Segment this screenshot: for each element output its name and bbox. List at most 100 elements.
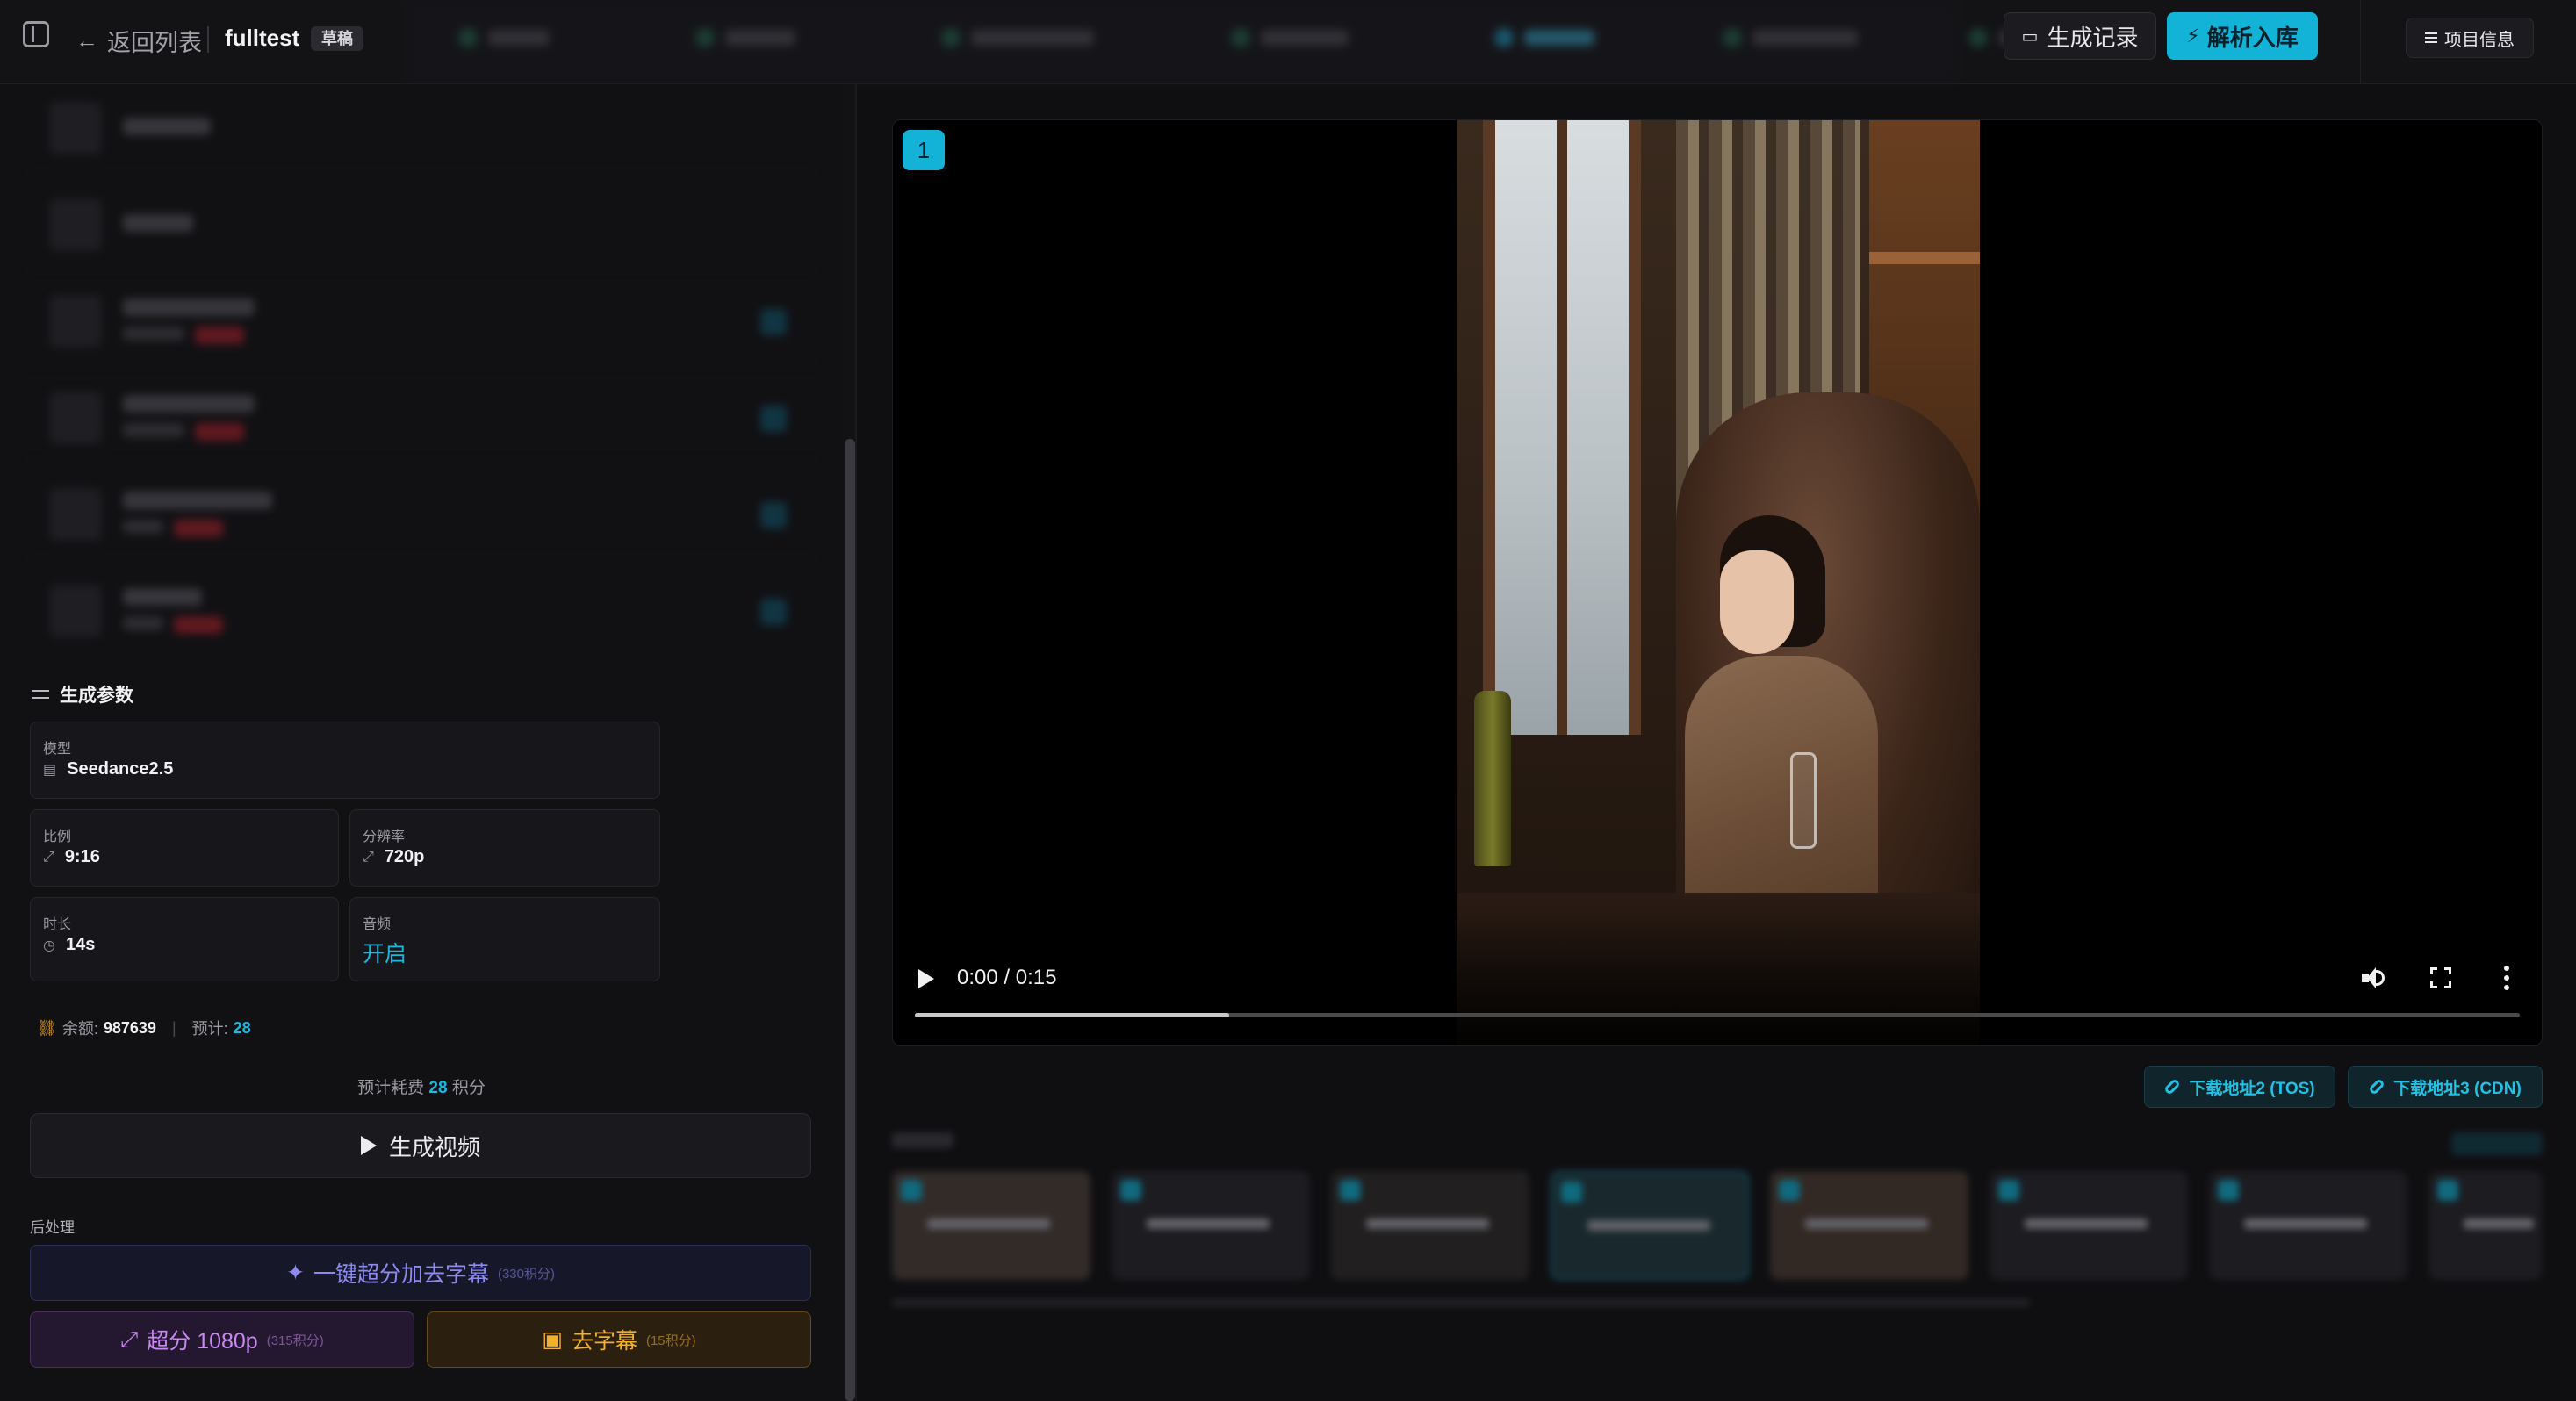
download-tos-label: 下载地址2 (TOS) xyxy=(2189,1079,2315,1098)
volume-icon[interactable] xyxy=(2362,966,2386,990)
workflow-step[interactable] xyxy=(1723,25,1858,51)
model-value: Seedance2.5 xyxy=(67,759,174,779)
expand-arrows-icon: ⤢ xyxy=(363,849,374,865)
ratio-param-card[interactable]: 比例 ⤢ 9:16 xyxy=(30,809,339,887)
strip-action[interactable] xyxy=(2451,1132,2543,1155)
workflow-step-active[interactable] xyxy=(1494,25,1594,51)
section-title-label: 生成参数 xyxy=(60,686,133,706)
workflow-steps-blurred xyxy=(406,0,2077,84)
postprocess-title: 后处理 xyxy=(30,1219,75,1236)
cost-suffix: 积分 xyxy=(451,1079,486,1097)
parse-import-button[interactable]: ⚡ 解析入库 xyxy=(2167,12,2318,60)
resolution-param-card[interactable]: 分辨率 ⤢ 720p xyxy=(349,809,660,887)
history-thumb-selected[interactable] xyxy=(1551,1171,1749,1280)
workflow-step[interactable] xyxy=(458,25,550,51)
more-options-icon[interactable] xyxy=(2504,966,2509,990)
expand-icon: ⤢ xyxy=(120,1326,139,1352)
lightning-icon: ⚡ xyxy=(2186,25,2200,47)
arrow-left-icon: ← xyxy=(76,26,98,54)
bottle-scene xyxy=(1474,691,1511,866)
history-thumb[interactable] xyxy=(1990,1171,2188,1280)
upscale-1080p-button[interactable]: ⤢ 超分 1080p (315积分) xyxy=(30,1311,414,1368)
duration-param-card[interactable]: 时长 ◷ 14s xyxy=(30,897,339,981)
list-item[interactable] xyxy=(26,471,817,558)
model-label: 模型 xyxy=(43,742,72,757)
ratio-value: 9:16 xyxy=(64,847,100,866)
history-thumb[interactable] xyxy=(2209,1171,2407,1280)
video-gradient xyxy=(1457,910,1980,1045)
video-camera-icon: ▭ xyxy=(2021,26,2039,47)
parse-label: 解析入库 xyxy=(2206,24,2299,51)
history-thumb[interactable] xyxy=(1331,1171,1529,1280)
duration-value-row: ◷ 14s xyxy=(43,935,95,955)
list-item[interactable] xyxy=(26,374,817,462)
generation-params-title: 生成参数 xyxy=(32,681,133,708)
remove-subtitle-button[interactable]: ▣ 去字幕 (15积分) xyxy=(427,1311,811,1368)
estimated-cost: 预计耗费 28 积分 xyxy=(0,1074,843,1098)
topbar-separator xyxy=(2360,0,2361,84)
list-item[interactable] xyxy=(26,84,817,172)
balance-value: 987639 xyxy=(103,1018,156,1037)
list-item[interactable] xyxy=(26,567,817,655)
subtitle-label: 去字幕 xyxy=(571,1329,637,1354)
project-info-button[interactable]: 项目信息 xyxy=(2406,18,2534,58)
subtitle-cost: (15积分) xyxy=(645,1333,696,1348)
balance-separator: | xyxy=(171,1018,176,1037)
sidebar-toggle-icon[interactable] xyxy=(23,21,49,47)
left-scrollbar-thumb[interactable] xyxy=(845,439,855,1401)
ratio-value-row: ⤢ 9:16 xyxy=(43,847,100,867)
project-title: fulltest xyxy=(225,25,300,51)
download-cdn-button[interactable]: 下载地址3 (CDN) xyxy=(2348,1066,2543,1108)
back-to-list-link[interactable]: ← 返回列表 xyxy=(76,23,202,58)
generation-history-button[interactable]: ▭ 生成记录 xyxy=(2004,12,2156,60)
model-param-card[interactable]: 模型 ▤ Seedance2.5 xyxy=(30,722,660,799)
resolution-value: 720p xyxy=(384,847,425,866)
download-tos-button[interactable]: 下载地址2 (TOS) xyxy=(2144,1066,2335,1108)
panel-divider xyxy=(855,84,857,1401)
generate-video-button[interactable]: 生成视频 xyxy=(30,1113,811,1178)
link-chain-icon: ⛓ xyxy=(37,1018,57,1037)
estimate-label: 预计: xyxy=(191,1020,228,1038)
workflow-step[interactable] xyxy=(1231,25,1349,51)
expand-arrows-icon: ⤢ xyxy=(43,849,54,865)
download-cdn-label: 下载地址3 (CDN) xyxy=(2393,1079,2522,1098)
resolution-value-row: ⤢ 720p xyxy=(363,847,424,867)
balance-row: ⛓ 余额: 987639 | 预计: 28 xyxy=(37,1017,251,1039)
video-play-icon[interactable] xyxy=(918,969,934,988)
sparkles-icon: ✦ xyxy=(286,1261,305,1285)
video-progress-fill xyxy=(915,1013,1230,1017)
history-thumb[interactable] xyxy=(1770,1171,1968,1280)
list-item[interactable] xyxy=(26,277,817,365)
history-strip-blurred xyxy=(892,1132,2543,1317)
workflow-step[interactable] xyxy=(941,25,1094,51)
video-player[interactable] xyxy=(892,119,2543,1046)
link-icon xyxy=(2368,1078,2386,1096)
video-frame xyxy=(1457,120,1980,1045)
fullscreen-icon[interactable] xyxy=(2430,967,2451,988)
model-value-row: ▤ Seedance2.5 xyxy=(43,759,173,780)
play-icon xyxy=(360,1136,377,1155)
shot-list-blurred xyxy=(26,84,817,646)
resolution-label: 分辨率 xyxy=(363,830,406,844)
audio-param-card[interactable]: 音频 开启 xyxy=(349,897,660,981)
workflow-step[interactable] xyxy=(695,25,795,51)
strip-header xyxy=(892,1132,953,1148)
list-item[interactable] xyxy=(26,181,817,269)
history-label: 生成记录 xyxy=(2047,24,2139,51)
ratio-label: 比例 xyxy=(43,830,72,844)
upscale-cost: (315积分) xyxy=(266,1333,324,1348)
duration-value: 14s xyxy=(65,935,96,954)
strip-scrollbar[interactable] xyxy=(892,1299,2030,1306)
estimate-value: 28 xyxy=(233,1018,251,1037)
history-thumb[interactable] xyxy=(892,1171,1090,1280)
window-scene xyxy=(1483,120,1641,735)
info-label: 项目信息 xyxy=(2444,30,2515,50)
upscale-and-remove-subtitle-button[interactable]: ✦ 一键超分加去字幕 (330积分) xyxy=(30,1245,811,1301)
clock-icon: ◷ xyxy=(43,938,55,953)
balance-label: 余额: xyxy=(61,1020,98,1038)
history-thumb[interactable] xyxy=(2428,1171,2543,1280)
audio-value: 开启 xyxy=(363,942,407,966)
history-thumb[interactable] xyxy=(1112,1171,1310,1280)
link-icon xyxy=(2163,1078,2182,1096)
combo-label: 一键超分加去字幕 xyxy=(313,1262,489,1287)
